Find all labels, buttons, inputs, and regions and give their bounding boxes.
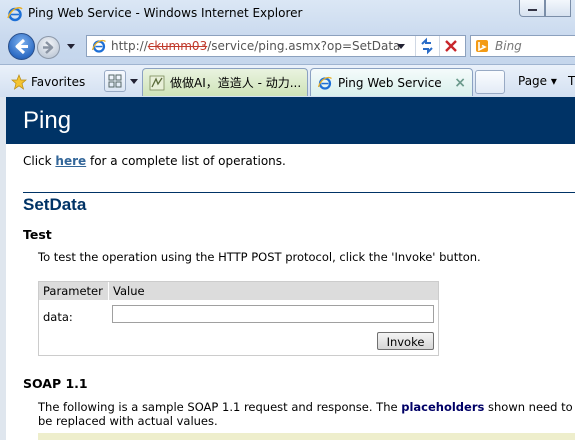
back-button[interactable] xyxy=(8,33,35,60)
favorites-label: Favorites xyxy=(31,75,86,89)
search-box[interactable]: Bing xyxy=(470,35,575,57)
forward-arrow-icon xyxy=(43,41,54,54)
address-prefix: http:// xyxy=(111,39,148,53)
address-dropdown-icon[interactable] xyxy=(395,40,407,52)
stop-button[interactable] xyxy=(439,36,462,56)
ie-logo-icon xyxy=(7,6,23,22)
quick-tabs-grid-icon xyxy=(108,74,122,88)
browser-chrome: Ping Web Service - Windows Internet Expl… xyxy=(0,0,575,97)
column-header-value: Value xyxy=(113,284,145,298)
soap-desc-placeholders: placeholders xyxy=(401,400,485,414)
recent-pages-dropdown-icon[interactable] xyxy=(64,38,78,54)
soap-description: The following is a sample SOAP 1.1 reque… xyxy=(38,400,575,428)
page-favicon-icon xyxy=(149,75,165,90)
soap-heading: SOAP 1.1 xyxy=(23,376,88,391)
back-arrow-icon xyxy=(15,38,28,55)
test-description: To test the operation using the HTTP POS… xyxy=(38,250,481,264)
page-menu[interactable]: Page ▾ xyxy=(518,74,557,88)
star-icon xyxy=(11,74,27,90)
tab-active[interactable]: Ping Web Service × xyxy=(310,68,473,96)
tab-label: Ping Web Service xyxy=(338,75,442,90)
table-header: Parameter Value xyxy=(39,282,438,300)
data-input[interactable] xyxy=(112,305,434,323)
intro-text: Click here for a complete list of operat… xyxy=(23,154,286,168)
window-controls xyxy=(519,0,575,18)
bing-logo-icon xyxy=(476,40,488,52)
address-bar[interactable]: http://ckumm03/service/ping.asmx?op=SetD… xyxy=(86,35,466,57)
code-block xyxy=(38,433,575,440)
tab-label: 做做AI，造造人 - 动力... xyxy=(170,76,302,90)
favorites-button[interactable]: Favorites xyxy=(6,70,92,94)
quick-tabs-button[interactable] xyxy=(104,70,126,92)
minimize-icon xyxy=(528,9,537,11)
operation-title: SetData xyxy=(23,195,87,214)
param-data-label: data: xyxy=(43,310,73,324)
tools-menu[interactable]: T xyxy=(568,74,575,88)
test-heading: Test xyxy=(23,227,52,242)
operations-list-link[interactable]: here xyxy=(55,154,86,168)
page-content: Ping Click here for a complete list of o… xyxy=(0,97,575,440)
forward-button[interactable] xyxy=(37,36,60,59)
title-bar: Ping Web Service - Windows Internet Expl… xyxy=(0,0,575,28)
section-divider xyxy=(23,192,575,193)
tab-list-dropdown-icon[interactable] xyxy=(127,70,141,92)
ie-page-icon xyxy=(317,76,332,90)
new-tab-button[interactable] xyxy=(475,70,505,94)
tab-inactive[interactable]: 做做AI，造造人 - 动力... xyxy=(142,68,308,96)
intro-after: for a complete list of operations. xyxy=(86,154,286,168)
heading-band: Ping xyxy=(6,97,575,144)
close-tab-icon[interactable]: × xyxy=(454,75,466,91)
search-placeholder: Bing xyxy=(495,39,522,53)
column-header-parameter: Parameter xyxy=(43,284,103,298)
invoke-button[interactable]: Invoke xyxy=(377,332,434,350)
minimize-button[interactable] xyxy=(519,0,545,17)
refresh-button[interactable] xyxy=(415,36,438,56)
header-separator xyxy=(108,282,109,300)
page-ie-icon xyxy=(91,39,106,53)
stop-icon xyxy=(445,40,457,52)
window-title: Ping Web Service - Windows Internet Expl… xyxy=(28,6,303,20)
address-text[interactable]: http://ckumm03/service/ping.asmx?op=SetD… xyxy=(111,39,400,53)
intro-before: Click xyxy=(23,154,56,168)
parameter-table: Parameter Value data: Invoke xyxy=(38,281,439,356)
maximize-button[interactable] xyxy=(545,0,571,17)
soap-desc-before: The following is a sample SOAP 1.1 reque… xyxy=(38,400,402,414)
address-path: /service/ping.asmx?op=SetData xyxy=(207,39,401,53)
service-heading: Ping xyxy=(23,107,72,134)
refresh-icon xyxy=(421,37,433,55)
address-host-redacted: ckumm03 xyxy=(147,39,208,53)
tab-bar: Favorites 做做AI，造造人 - 动力... Ping Web Serv… xyxy=(0,64,575,97)
